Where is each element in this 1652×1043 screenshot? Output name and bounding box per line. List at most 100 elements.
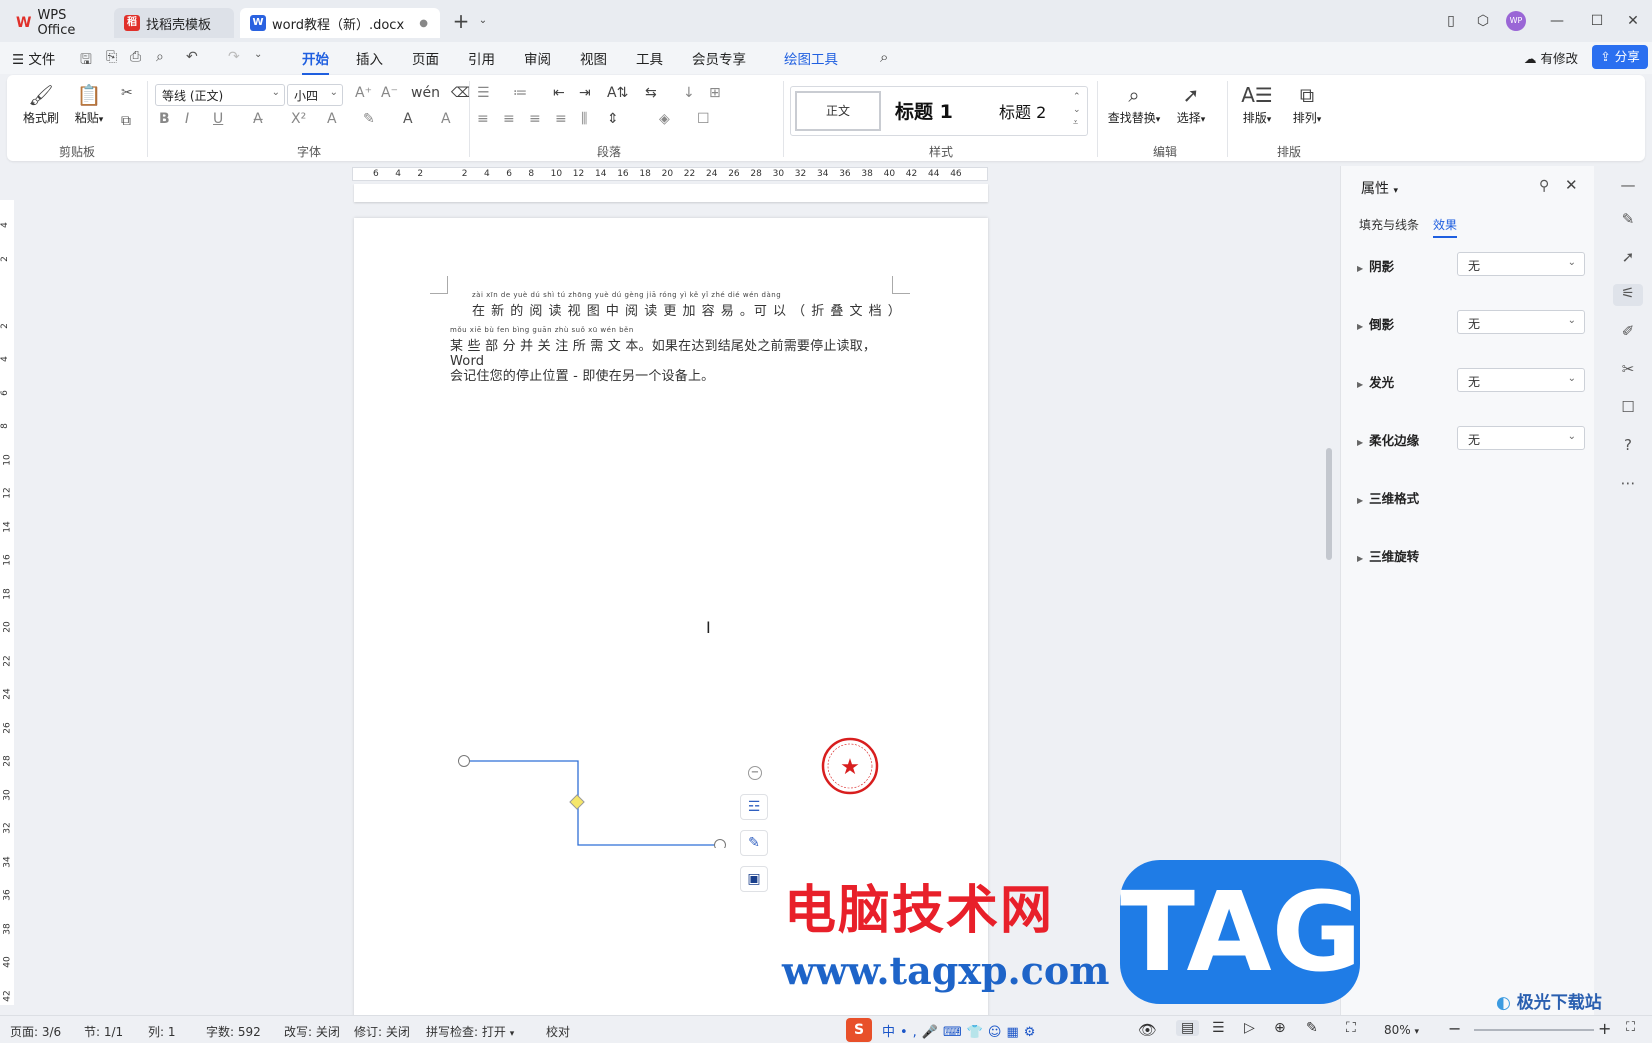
format-painter-button[interactable]: 🖌 格式刷 [21,83,61,126]
strikethrough-icon[interactable]: A̶ [253,111,263,127]
paste-button[interactable]: 📋 粘贴▾ [69,83,109,126]
sort-icon[interactable]: ⇆ [645,85,657,101]
tab-effects[interactable]: 效果 [1433,216,1458,238]
menu-home[interactable]: 开始 [302,48,329,75]
close-icon[interactable]: ✕ [1622,10,1644,32]
save-icon[interactable]: 🖫 [80,49,92,73]
status-spell[interactable]: 拼写检查: 打开 ▾ [426,1023,514,1040]
help-icon[interactable]: ? [1617,436,1639,458]
font-size-select[interactable]: 小四 ⌄ [287,84,343,106]
highlight-icon[interactable]: ✎ [363,111,375,127]
zoom-in-icon[interactable]: + [1598,1019,1611,1038]
pinyin-guide-icon[interactable]: wén [411,85,440,101]
outline-view-icon[interactable]: ☰ [1212,1020,1225,1036]
menu-review[interactable]: 审阅 [524,48,551,68]
zoom-slider[interactable] [1474,1029,1594,1031]
elbow-connector[interactable] [454,748,734,848]
share-button[interactable]: ⇪ 分享 [1592,45,1648,69]
new-tab-button[interactable]: + [450,10,472,32]
show-marks-icon[interactable]: ⊞ [709,85,721,101]
modified-status[interactable]: ☁ 有修改 [1524,48,1578,67]
web-view-icon[interactable]: ⊕ [1274,1020,1286,1036]
row-shadow[interactable]: ▶ 阴影 [1357,256,1394,275]
play-icon[interactable]: ▷ [1244,1020,1255,1036]
clear-format-icon[interactable]: ⌫ [451,85,471,101]
border-icon[interactable]: ☐ [697,111,710,127]
style-heading-1[interactable]: 标题 1 [895,97,953,124]
pin-icon[interactable]: ⚲ [1539,178,1549,194]
connector-adjust-handle[interactable] [569,794,585,810]
quick-access-chevron-icon[interactable]: ⌄ [254,49,262,60]
tab-wps-office[interactable]: W WPS Office [6,8,110,38]
print-icon[interactable]: ⎙ [130,49,141,65]
connector-line[interactable] [464,760,720,846]
layout-button[interactable]: A☰ 排版▾ [1237,83,1277,126]
menu-insert[interactable]: 插入 [356,48,383,68]
style-icon[interactable]: ✐ [1617,322,1639,344]
char-shading-icon[interactable]: A [441,111,451,127]
text-effect-icon[interactable]: A [327,111,337,127]
numbering-icon[interactable]: ≔ [513,85,527,101]
menu-page[interactable]: 页面 [412,48,439,68]
horizontal-ruler[interactable]: 6 4 2 2 4 6 8 10 12 14 16 18 20 22 24 26 28 30 32 34 36 38 40 4… [352,167,988,181]
cut-icon[interactable]: ✂ [121,85,133,101]
tab-fill-line[interactable]: 填充与线条 [1359,216,1419,233]
fullscreen-icon[interactable]: ⛶ [1626,1020,1635,1035]
align-center-icon[interactable]: ≡ [503,111,515,127]
eye-protect-icon[interactable]: 👁 [1138,1021,1157,1039]
select-button[interactable]: ➚ 选择▾ [1171,83,1211,126]
wrap-text-icon[interactable]: ☲ [740,794,768,820]
ime-logo-icon[interactable]: S [846,1018,872,1042]
zoom-out-icon[interactable]: − [1448,1019,1461,1038]
shape-fill-icon[interactable]: ▣ [740,866,768,892]
layout-icon[interactable]: ▯ [1440,10,1462,32]
page-view-icon[interactable]: ▤ [1176,1020,1200,1036]
zoom-level[interactable]: 80% ▾ [1384,1023,1419,1037]
pen-style-icon[interactable]: ✎ [740,830,768,856]
increase-indent-icon[interactable]: ⇥ [579,85,591,101]
decrease-indent-icon[interactable]: ⇤ [553,85,565,101]
tab-list-chevron-icon[interactable]: ⌄ [472,10,494,32]
status-words[interactable]: 字数: 592 [206,1023,261,1040]
maximize-icon[interactable]: ☐ [1586,10,1608,32]
select-pointer-icon[interactable]: ➚ [1617,248,1639,270]
italic-icon[interactable]: I [185,111,189,127]
more-icon[interactable]: ⋯ [1617,474,1639,496]
box-icon[interactable]: ⬡ [1472,10,1494,32]
font-color-icon[interactable]: A [403,111,413,127]
undo-icon[interactable]: ↶ [186,49,198,65]
menu-file[interactable]: ☰ 文件 [12,48,55,68]
menu-references[interactable]: 引用 [468,48,495,68]
row-soft-edges[interactable]: ▶ 柔化边缘 [1357,430,1419,449]
style-heading-2[interactable]: 标题 2 [999,99,1046,123]
ime-toolbar-icons[interactable]: 中•,🎤⌨👕☺▦⚙ [882,1021,1040,1040]
status-page[interactable]: 页面: 3/6 [10,1023,61,1040]
row-3d-format[interactable]: ▶ 三维格式 [1357,488,1419,507]
properties-icon[interactable]: ⚟ [1613,284,1643,306]
line-spacing-icon[interactable]: ⇕ [607,111,619,127]
row-3d-rotation[interactable]: ▶ 三维旋转 [1357,546,1419,565]
avatar[interactable]: WP [1506,11,1526,31]
status-revision[interactable]: 修订: 关闭 [354,1023,410,1040]
text-direction-icon[interactable]: A⇅ [607,85,628,101]
justify-icon[interactable]: ≡ [555,111,567,127]
style-normal[interactable]: 正文 [795,91,881,131]
menu-view[interactable]: 视图 [580,48,607,68]
font-name-select[interactable]: 等线 (正文) ⌄ [155,84,285,106]
arrange-button[interactable]: ⧉ 排列▾ [1287,83,1327,126]
status-column[interactable]: 列: 1 [148,1023,176,1040]
align-right-icon[interactable]: ≡ [529,111,541,127]
status-proof[interactable]: 校对 [546,1023,570,1040]
shadow-select[interactable]: 无 ⌄ [1457,252,1585,276]
export-icon[interactable]: ⎘ [106,49,117,65]
vertical-ruler[interactable]: 4 2 2 4 6 8 10 12 14 16 18 20 22 24 26 28 30 32 34 36 38 40 42 [0,200,14,1005]
pen-mode-icon[interactable]: ✎ [1306,1020,1318,1036]
tab-document[interactable]: W word教程（新）.docx ● [240,8,440,38]
search-icon[interactable]: ⌕ [880,48,888,66]
collapse-toolbar-icon[interactable]: − [748,766,762,780]
menu-tools[interactable]: 工具 [636,48,663,68]
shading-icon[interactable]: ◈ [659,111,670,127]
sort-az-icon[interactable]: ↓ [683,85,695,101]
panel-title[interactable]: 属性 ▾ [1361,178,1398,198]
superscript-icon[interactable]: X² [291,111,306,127]
